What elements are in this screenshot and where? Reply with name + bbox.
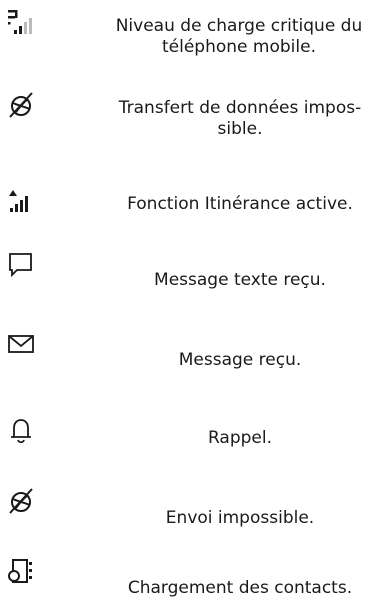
legend-text: Rappel. [207,428,273,448]
legend-text: Message texte reçu. [154,270,326,290]
contacts-loading-icon [6,556,36,586]
legend-text: Chargement des contacts. [127,578,353,598]
roaming-icon [6,188,36,218]
legend-text: Fonction Itinérance active. [127,194,353,214]
legend-text: Message reçu. [178,350,302,370]
data-transfer-blocked-icon [6,90,36,120]
legend-text: Envoi impossible. [165,508,315,528]
speech-bubble-icon [6,250,36,280]
legend-text: Niveau de charge critique du téléphone m… [115,16,363,57]
send-blocked-icon [6,486,36,516]
envelope-icon [6,330,36,360]
legend-text: Transfert de données impos-sible. [118,98,362,139]
low-battery-signal-icon [6,8,36,38]
bell-icon [6,416,36,446]
